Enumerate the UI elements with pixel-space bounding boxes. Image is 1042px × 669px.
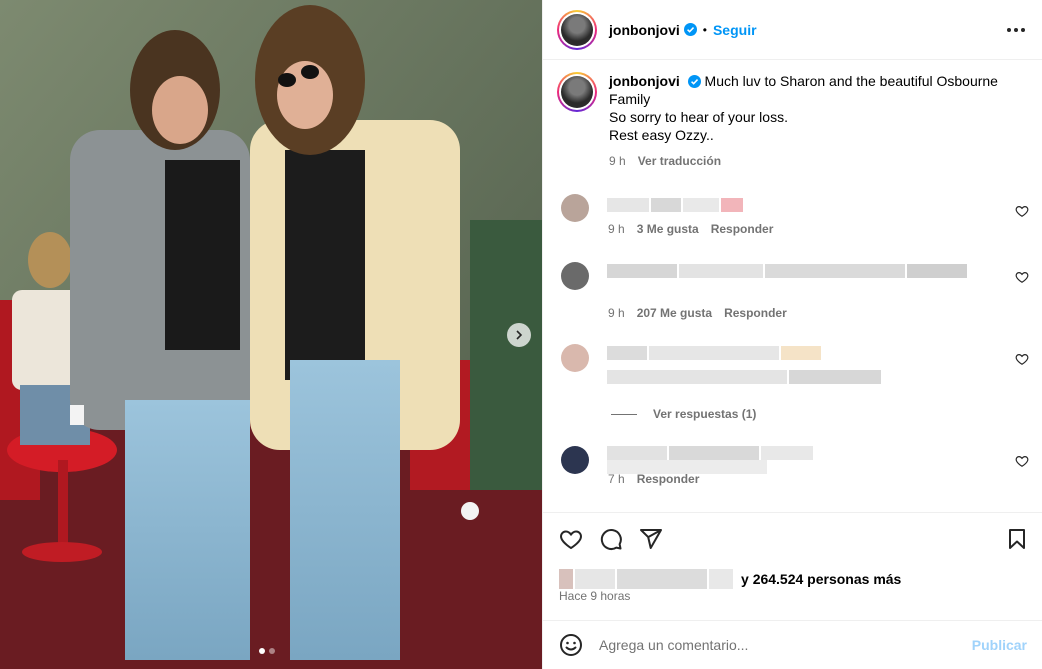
post-actions: y 264.524 personas más Hace 9 horas [543, 512, 1042, 620]
heart-icon[interactable] [1015, 454, 1029, 468]
replies-divider [611, 413, 637, 415]
heart-icon[interactable] [1015, 270, 1029, 284]
view-replies-button[interactable]: Ver respuestas (1) [611, 407, 756, 421]
likes-prefix: y [741, 571, 749, 587]
comment-icon[interactable] [599, 527, 623, 551]
caption-line: Rest easy Ozzy.. [609, 127, 714, 143]
post-caption: jonbonjovi Much luv to Sharon and the be… [557, 72, 1019, 170]
comment-item: 9 h 207 Me gusta Responder [557, 256, 1029, 320]
reply-button[interactable]: Responder [711, 222, 774, 236]
comment-meta: 7 h Responder [608, 472, 699, 486]
post-photo[interactable] [0, 0, 542, 669]
comment-likes[interactable]: 3 Me gusta [637, 222, 699, 236]
share-icon[interactable] [639, 527, 663, 551]
separator-bullet: • [702, 22, 707, 37]
instagram-post-window: jonbonjovi • Seguir jonbonjovi Much luv … [0, 0, 1042, 669]
comment-text-blurred [607, 370, 881, 384]
translate-link[interactable]: Ver traducción [638, 154, 721, 168]
carousel-dot [269, 648, 275, 654]
caption-time: 9 h [609, 154, 626, 168]
comment-time: 9 h [608, 306, 625, 320]
heart-icon[interactable] [1015, 352, 1029, 366]
post-sidebar: jonbonjovi • Seguir jonbonjovi Much luv … [542, 0, 1042, 669]
bookmark-icon[interactable] [1005, 527, 1029, 551]
author-avatar[interactable] [557, 9, 597, 50]
comment-item [557, 342, 1029, 402]
follow-button[interactable]: Seguir [713, 22, 757, 38]
heart-icon[interactable] [1015, 204, 1029, 218]
view-replies-label: Ver respuestas (1) [653, 407, 757, 421]
comment-item: 7 h Responder [557, 440, 1029, 500]
caption-username[interactable]: jonbonjovi [609, 73, 680, 89]
carousel-indicator [259, 648, 275, 654]
post-header: jonbonjovi • Seguir [543, 0, 1042, 60]
comment-input[interactable] [599, 637, 959, 653]
comment-avatar[interactable] [561, 446, 589, 474]
more-options-icon[interactable] [1007, 22, 1025, 38]
publish-button[interactable]: Publicar [972, 637, 1027, 653]
comment-avatar[interactable] [561, 194, 589, 222]
comment-item: 9 h 3 Me gusta Responder [557, 190, 1029, 250]
verified-badge-icon [683, 23, 697, 36]
likes-summary[interactable]: y 264.524 personas más [559, 569, 901, 589]
comment-text-blurred [607, 264, 967, 278]
emoji-icon[interactable] [559, 633, 583, 657]
comment-text-blurred [607, 198, 743, 212]
carousel-dot-active [259, 648, 265, 654]
add-comment-bar: Publicar [543, 620, 1042, 669]
comment-time: 7 h [608, 472, 625, 486]
reply-button[interactable]: Responder [637, 472, 700, 486]
comments-list[interactable]: jonbonjovi Much luv to Sharon and the be… [543, 60, 1042, 512]
comment-avatar[interactable] [561, 262, 589, 290]
comment-time: 9 h [608, 222, 625, 236]
likes-count: 264.524 personas más [752, 571, 902, 587]
caption-avatar[interactable] [557, 72, 597, 112]
verified-badge-icon [687, 75, 701, 88]
caption-meta: 9 h Ver traducción [609, 152, 1019, 170]
comment-avatar[interactable] [561, 344, 589, 372]
comment-text-blurred [607, 446, 813, 460]
chevron-right-icon [516, 330, 523, 340]
comment-meta: 9 h 3 Me gusta Responder [608, 222, 773, 236]
next-slide-button[interactable] [507, 323, 531, 347]
caption-line: So sorry to hear of your loss. [609, 109, 788, 125]
reply-button[interactable]: Responder [724, 306, 787, 320]
post-time: Hace 9 horas [559, 589, 631, 603]
author-username[interactable]: jonbonjovi [609, 22, 680, 38]
comment-meta: 9 h 207 Me gusta Responder [608, 306, 787, 320]
heart-icon[interactable] [559, 527, 583, 551]
likers-blurred [559, 569, 733, 589]
comment-text-blurred [607, 346, 821, 360]
comment-likes[interactable]: 207 Me gusta [637, 306, 712, 320]
photo-image [0, 0, 542, 669]
